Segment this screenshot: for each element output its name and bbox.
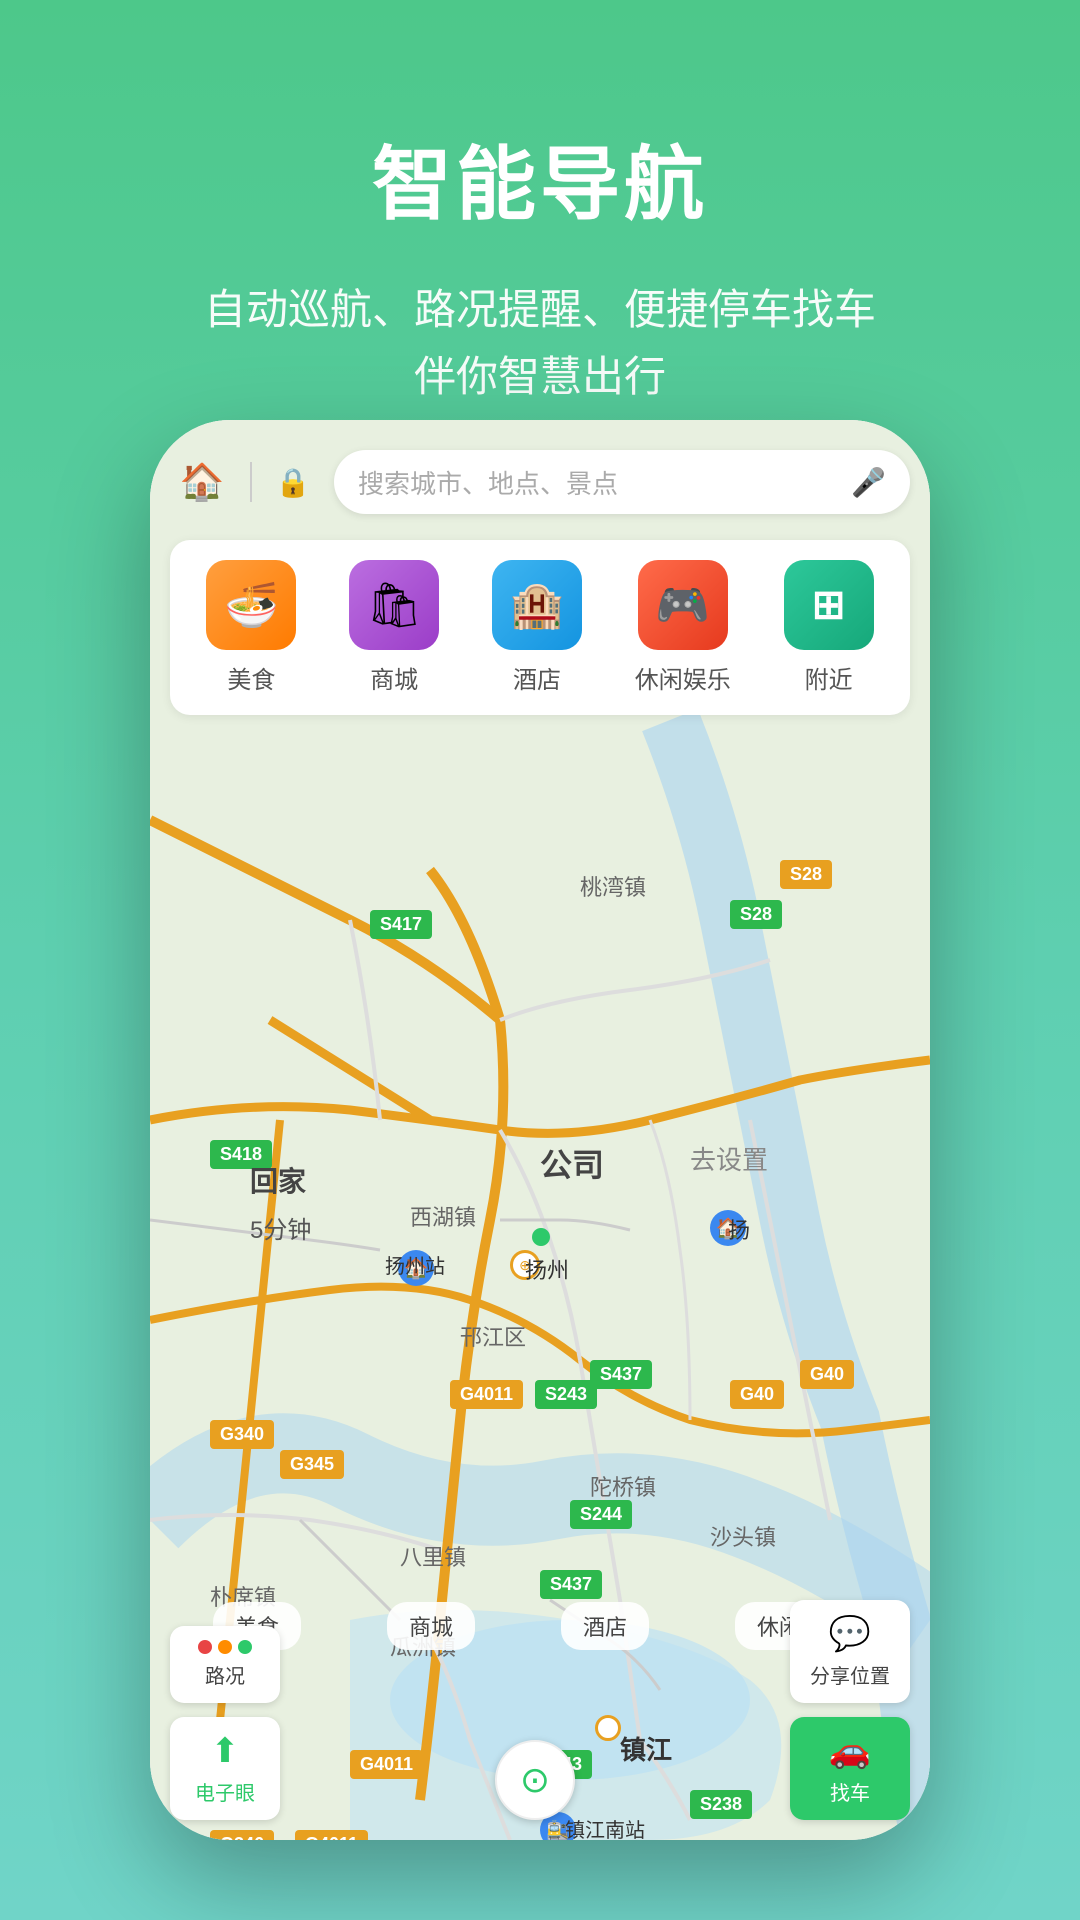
dot-red [198,1640,212,1654]
home-button[interactable]: 🏠 [170,450,234,514]
lock-icon: 🔒 [276,466,311,499]
lock-button[interactable]: 🔒 [268,457,318,507]
nearby-icon-circle: ⊞ [784,560,874,650]
phone-screen: S417 S418 G4011 S243 S437 G40 S28 S28 G3… [150,420,930,1840]
sub-title: 自动巡航、路况提醒、便捷停车找车 伴你智慧出行 [0,276,1080,410]
place-5min: 5分钟 [250,1210,311,1245]
category-leisure[interactable]: 🎮 休闲娱乐 [635,560,731,695]
shop-icon: 🛍 [366,579,422,631]
food-icon-circle: 🍜 [206,560,296,650]
bottom-controls: 路况 ⬆ 电子眼 ⊙ 💬 分享位置 🚗 找车 [150,1600,930,1820]
hotel-icon-circle: 🏨 [492,560,582,650]
electronic-eye-button[interactable]: ⬆ 电子眼 [170,1717,280,1820]
place-qushezhi: 去设置 [690,1140,768,1177]
location-button[interactable]: ⊙ [495,1740,575,1820]
food-label: 美食 [227,660,275,695]
car-icon: 🚗 [829,1731,871,1771]
category-nearby[interactable]: ⊞ 附近 [784,560,874,695]
leisure-icon-circle: 🎮 [638,560,728,650]
find-car-button[interactable]: 🚗 找车 [790,1717,910,1820]
shop-icon-circle: 🛍 [349,560,439,650]
main-title: 智能导航 [0,120,1080,236]
road-badge-g346: G346 [210,1830,274,1840]
search-input-box[interactable]: 搜索城市、地点、景点 🎤 [334,450,910,514]
leisure-label: 休闲娱乐 [635,660,731,695]
road-badge-s243-1: S243 [535,1380,597,1409]
hotel-icon: 🏨 [510,579,565,631]
search-bar-container: 🏠 🔒 搜索城市、地点、景点 🎤 [170,450,910,514]
traffic-dots [198,1640,252,1654]
search-placeholder: 搜索城市、地点、景点 [358,464,851,501]
place-xihuzheng: 西湖镇 [410,1200,476,1232]
road-badge-g345: G345 [280,1450,344,1479]
home-icon: 🏠 [180,461,225,503]
yangzhou-station-label: 扬州站 [385,1250,445,1279]
place-shatouzheng: 沙头镇 [710,1520,776,1552]
place-gongsi: 公司 [540,1140,604,1186]
green-dot [532,1228,550,1246]
road-badge-s417: S417 [370,910,432,939]
road-condition-button[interactable]: 路况 [170,1626,280,1703]
location-icon: ⊙ [520,1759,550,1801]
quick-categories: 🍜 美食 🛍 商城 🏨 酒店 🎮 休闲娱乐 [170,540,910,715]
road-badge-s28: S28 [730,900,782,929]
road-badge-g4011-1: G4011 [450,1380,523,1409]
category-food[interactable]: 🍜 美食 [206,560,296,695]
nearby-icon: ⊞ [812,582,846,628]
leisure-icon: 🎮 [655,579,710,631]
shop-label: 商城 [370,660,418,695]
nearby-label: 附近 [805,660,853,695]
dot-green [238,1640,252,1654]
eye-icon: ⬆ [211,1731,240,1771]
bottom-left-stack: 路况 ⬆ 电子眼 [170,1626,280,1820]
category-hotel[interactable]: 🏨 酒店 [492,560,582,695]
yangzhou-label2: 扬 [728,1213,750,1245]
food-icon: 🍜 [224,579,279,631]
dot-orange [218,1640,232,1654]
road-badge-s437-2: S437 [540,1570,602,1599]
road-badge-g4011-3: G4011 [295,1830,368,1840]
category-shop[interactable]: 🛍 商城 [349,560,439,695]
place-taowanzheng: 桃湾镇 [580,870,646,902]
yangzhou-label: 扬州 [525,1253,569,1285]
place-tuoqiaozheng: 陀桥镇 [590,1470,656,1502]
share-label: 分享位置 [810,1660,890,1689]
place-hanjiangqu: 邗江区 [460,1320,526,1352]
wechat-icon: 💬 [829,1614,871,1654]
search-bar-divider [250,462,252,502]
road-badge-g340: G340 [210,1420,274,1449]
road-badge-s244: S244 [570,1500,632,1529]
hotel-label: 酒店 [513,660,561,695]
road-badge-s28-2: S28 [780,860,832,889]
header-area: 智能导航 自动巡航、路况提醒、便捷停车找车 伴你智慧出行 [0,0,1080,470]
phone-mockup: S417 S418 G4011 S243 S437 G40 S28 S28 G3… [150,420,930,1840]
find-car-label: 找车 [830,1777,870,1806]
share-location-button[interactable]: 💬 分享位置 [790,1600,910,1703]
road-badge-g40: G40 [730,1380,784,1409]
place-huijia: 回家 [250,1160,306,1200]
mic-icon[interactable]: 🎤 [851,466,886,499]
road-condition-label: 路况 [205,1660,245,1689]
eye-label: 电子眼 [195,1777,255,1806]
road-badge-g40-2: G40 [800,1360,854,1389]
road-badge-s437-1: S437 [590,1360,652,1389]
place-balizhen: 八里镇 [400,1540,466,1572]
bottom-right-stack: 💬 分享位置 🚗 找车 [790,1600,910,1820]
